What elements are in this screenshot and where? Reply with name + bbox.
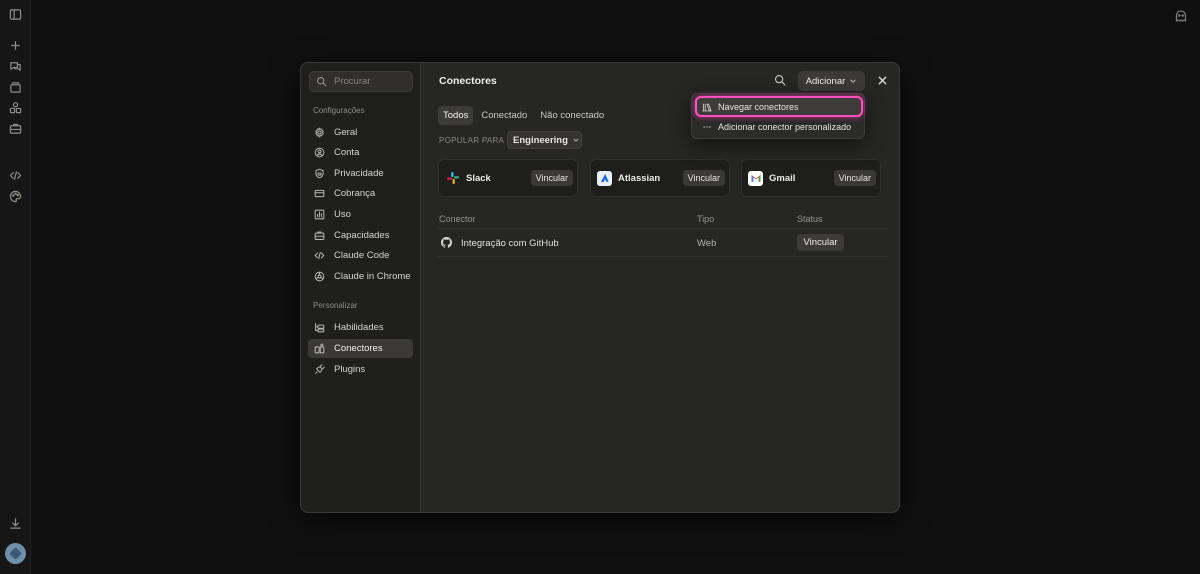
search-icon[interactable]	[774, 74, 786, 86]
app-rail	[0, 0, 31, 574]
chevron-down-icon	[573, 138, 579, 142]
sidebar-item-capacidades[interactable]: Capacidades	[308, 226, 413, 245]
menu-item-navegar-conectores[interactable]: Navegar conectores	[695, 96, 863, 117]
tab-todos[interactable]: Todos	[438, 106, 474, 125]
library-icon	[702, 102, 712, 111]
slack-logo-icon	[445, 171, 460, 186]
settings-sidebar: Configurações Geral Conta Privacidade Co…	[301, 63, 421, 512]
code-icon[interactable]	[9, 169, 22, 182]
table-divider	[438, 256, 888, 257]
sidebar-item-uso[interactable]: Uso	[308, 205, 413, 224]
connect-button[interactable]: Vincular	[530, 170, 573, 186]
chevron-down-icon	[850, 79, 856, 83]
menu-item-label: Adicionar conector personalizado	[718, 121, 852, 132]
connector-card-gmail[interactable]: Gmail Vincular	[741, 159, 881, 197]
connect-button[interactable]: Vincular	[833, 170, 876, 186]
sidebar-item-label: Plugins	[334, 364, 366, 375]
connect-button[interactable]: Vincular	[797, 234, 844, 251]
artifacts-icon[interactable]	[9, 101, 22, 114]
sidebar-item-label: Capacidades	[334, 230, 390, 241]
sidebar-item-label: Uso	[334, 209, 351, 220]
briefcase-icon[interactable]	[9, 122, 22, 135]
download-icon[interactable]	[9, 517, 22, 530]
page-title: Conectores	[439, 75, 497, 87]
sidebar-toggle-icon[interactable]	[9, 8, 22, 21]
shield-icon	[315, 168, 324, 179]
add-button[interactable]: Adicionar	[798, 71, 865, 91]
connector-card-name: Atlassian	[618, 172, 661, 184]
connector-row-name[interactable]: Integração com GitHub	[461, 238, 559, 249]
close-icon[interactable]	[877, 75, 888, 86]
plug-icon	[315, 364, 325, 374]
connector-row-type: Web	[697, 238, 717, 249]
more-dots-icon	[703, 125, 711, 128]
section-label-personalizar: Personalizar	[313, 301, 358, 310]
column-header-status: Status	[797, 214, 823, 224]
user-avatar[interactable]	[5, 543, 26, 564]
avatar-mark	[9, 547, 22, 560]
sidebar-item-geral[interactable]: Geral	[308, 123, 413, 142]
connectors-icon	[314, 343, 325, 354]
github-icon	[441, 237, 452, 248]
sidebar-item-claude-code[interactable]: Claude Code	[308, 246, 413, 265]
sidebar-item-label: Claude in Chrome	[334, 271, 411, 282]
new-chat-plus-icon[interactable]	[9, 39, 22, 52]
sidebar-item-conta[interactable]: Conta	[308, 143, 413, 162]
sidebar-item-privacidade[interactable]: Privacidade	[308, 164, 413, 183]
sidebar-item-label: Conectores	[334, 343, 383, 354]
sidebar-item-label: Habilidades	[334, 322, 384, 333]
sidebar-item-habilidades[interactable]: Habilidades	[308, 318, 413, 337]
connector-card-atlassian[interactable]: Atlassian Vincular	[590, 159, 730, 197]
settings-search-input[interactable]	[334, 76, 409, 87]
sidebar-item-conectores[interactable]: Conectores	[308, 339, 413, 358]
section-label-configuracoes: Configurações	[313, 106, 365, 115]
ghost-icon[interactable]	[1174, 9, 1188, 23]
column-header-conector: Conector	[439, 214, 476, 224]
chats-icon[interactable]	[9, 60, 22, 73]
gear-icon	[315, 127, 324, 138]
connector-card-slack[interactable]: Slack Vincular	[438, 159, 578, 197]
card-icon	[314, 189, 325, 198]
sidebar-item-cobranca[interactable]: Cobrança	[308, 184, 413, 203]
sidebar-item-label: Privacidade	[334, 168, 384, 179]
palette-icon[interactable]	[9, 190, 22, 203]
atlassian-logo-icon	[597, 170, 612, 186]
menu-item-label: Navegar conectores	[718, 101, 799, 112]
skills-icon	[315, 323, 325, 333]
briefcase-icon	[314, 231, 325, 240]
sidebar-item-label: Cobrança	[334, 188, 376, 199]
table-divider	[438, 228, 888, 229]
search-icon	[317, 77, 327, 87]
connector-card-name: Slack	[466, 172, 491, 184]
popular-for-label: POPULAR PARA	[439, 136, 505, 145]
gmail-logo-icon	[748, 170, 763, 186]
sidebar-item-label: Conta	[334, 147, 360, 158]
tab-nao-conectado[interactable]: Não conectado	[535, 106, 609, 125]
connect-button[interactable]: Vincular	[682, 170, 725, 186]
popular-category-select[interactable]: Engineering	[507, 131, 582, 149]
user-icon	[314, 147, 325, 158]
projects-icon[interactable]	[9, 81, 22, 94]
code-icon	[314, 251, 325, 260]
add-button-label: Adicionar	[805, 75, 846, 87]
sidebar-item-plugins[interactable]: Plugins	[308, 360, 413, 379]
bar-chart-icon	[314, 209, 325, 220]
add-dropdown-menu: Navegar conectores Adicionar conector pe…	[691, 93, 865, 139]
popular-category-value: Engineering	[513, 134, 568, 146]
sidebar-item-label: Claude Code	[334, 250, 390, 261]
settings-search[interactable]	[309, 71, 413, 92]
menu-item-adicionar-conector-personalizado[interactable]: Adicionar conector personalizado	[697, 118, 861, 135]
tab-conectado[interactable]: Conectado	[476, 106, 532, 125]
column-header-tipo: Tipo	[697, 214, 715, 224]
globe-icon	[314, 271, 325, 282]
sidebar-item-label: Geral	[334, 127, 358, 138]
filter-tabs: Todos Conectado Não conectado	[438, 106, 612, 125]
sidebar-item-claude-in-chrome[interactable]: Claude in Chrome	[308, 267, 413, 286]
connector-card-name: Gmail	[769, 172, 796, 184]
